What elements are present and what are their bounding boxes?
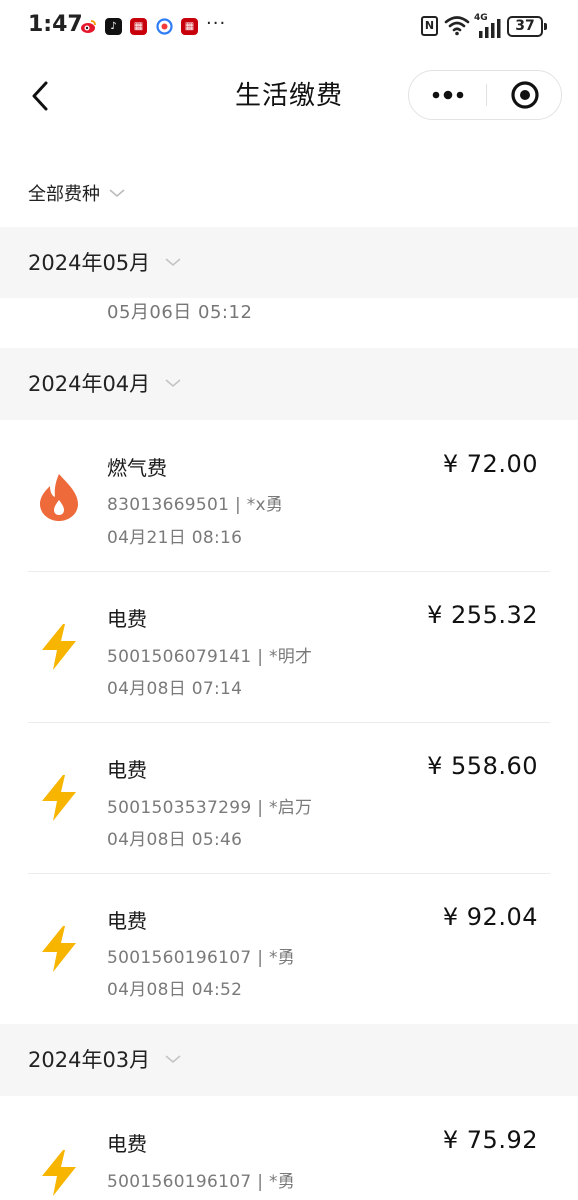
close-mini-program-button[interactable] xyxy=(487,71,562,119)
chevron-down-icon xyxy=(109,189,125,198)
target-close-icon xyxy=(510,81,539,109)
battery-icon: 37 xyxy=(507,16,543,37)
bill-account: 5001506079141 | *明才 xyxy=(107,647,313,667)
chevron-down-icon xyxy=(165,258,181,267)
tiktok-icon: ♪ xyxy=(105,18,122,35)
chevron-down-icon xyxy=(165,1055,181,1064)
status-bar: 1:47 ♪ ▦ ▦ ··· N 4G 37 xyxy=(0,0,578,56)
wifi-icon xyxy=(444,14,470,40)
bill-account: 5001503537299 | *启万 xyxy=(107,798,313,818)
lightning-icon xyxy=(42,624,76,670)
weibo-icon xyxy=(80,18,97,35)
bill-amount: ¥ 72.00 xyxy=(442,450,538,478)
signal-icon xyxy=(475,18,503,42)
bill-account: 83013669501 | *x勇 xyxy=(107,495,284,515)
month-selector[interactable]: 2024年05月 xyxy=(28,247,182,277)
bill-type: 电费 xyxy=(107,758,147,782)
more-dots-icon xyxy=(432,90,463,100)
month-selector[interactable]: 2024年03月 xyxy=(28,1044,182,1074)
bill-amount: ¥ 92.04 xyxy=(442,903,538,931)
nfc-icon: N xyxy=(421,16,438,36)
bill-account: 5001560196107 | *勇 xyxy=(107,1172,296,1192)
fee-type-filter-label: 全部费种 xyxy=(28,184,100,205)
list-item[interactable]: 电费 5001506079141 | *明才 04月08日 07:14 ¥ 25… xyxy=(0,572,578,722)
huawei-icon: ▦ xyxy=(181,18,198,35)
month-label: 2024年03月 xyxy=(28,1048,151,1072)
bill-type: 燃气费 xyxy=(107,456,167,480)
bill-type: 电费 xyxy=(107,607,147,631)
flame-icon xyxy=(40,474,78,521)
chevron-down-icon xyxy=(165,379,181,388)
fee-type-filter[interactable]: 全部费种 xyxy=(28,180,126,206)
bill-time: 04月21日 08:16 xyxy=(107,528,243,548)
bill-amount: ¥ 75.92 xyxy=(442,1126,538,1154)
battery-tip xyxy=(544,23,547,30)
lightning-icon xyxy=(42,1150,76,1196)
bill-amount: ¥ 558.60 xyxy=(427,752,538,780)
month-header: 2024年05月 xyxy=(0,227,578,299)
more-notifications-icon: ··· xyxy=(206,13,227,34)
status-time: 1:47 xyxy=(28,12,83,37)
mini-program-capsule xyxy=(408,70,562,120)
bill-time: 04月08日 05:46 xyxy=(107,830,243,850)
lightning-icon xyxy=(42,926,76,972)
list-item[interactable]: 电费 5001503537299 | *启万 04月08日 05:46 ¥ 55… xyxy=(0,723,578,873)
month-header: 2024年03月 xyxy=(0,1024,578,1096)
huawei-icon: ▦ xyxy=(130,18,147,35)
bill-time: 05月06日 05:12 xyxy=(107,302,253,323)
bill-type: 电费 xyxy=(107,909,147,933)
browser-icon xyxy=(156,18,173,35)
list-item[interactable]: 电费 5001560196107 | *勇 04月08日 04:52 ¥ 92.… xyxy=(0,874,578,1024)
month-selector[interactable]: 2024年04月 xyxy=(28,368,182,398)
bill-type: 电费 xyxy=(107,1132,147,1156)
more-button[interactable] xyxy=(409,71,486,119)
month-label: 2024年05月 xyxy=(28,251,151,275)
lightning-icon xyxy=(42,775,76,821)
month-label: 2024年04月 xyxy=(28,372,151,396)
bill-amount: ¥ 255.32 xyxy=(427,601,538,629)
bill-account: 5001560196107 | *勇 xyxy=(107,948,296,968)
month-header: 2024年04月 xyxy=(0,348,578,420)
list-item[interactable]: 05月06日 05:12 xyxy=(0,298,578,348)
list-item[interactable]: 电费 5001560196107 | *勇 ¥ 75.92 xyxy=(0,1096,578,1200)
list-item[interactable]: 燃气费 83013669501 | *x勇 04月21日 08:16 ¥ 72.… xyxy=(0,420,578,570)
bill-time: 04月08日 07:14 xyxy=(107,679,243,699)
bill-time: 04月08日 04:52 xyxy=(107,980,243,1000)
